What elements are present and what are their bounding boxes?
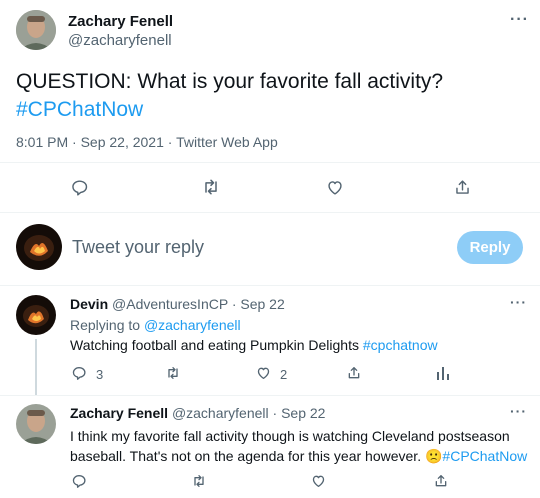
like-count: 2 (280, 367, 288, 382)
share-icon[interactable] (432, 472, 450, 490)
frowning-face-icon: 🙁 (424, 448, 443, 464)
reply-author-handle[interactable]: @zacharyfenell (172, 405, 269, 421)
reply-input[interactable]: Tweet your reply (72, 237, 442, 258)
divider (0, 285, 540, 286)
analytics-icon[interactable] (434, 364, 452, 382)
main-author-handle[interactable]: @zacharyfenell (68, 32, 172, 49)
like-icon[interactable] (254, 364, 272, 382)
reply-date[interactable]: · Sep 22 (232, 296, 285, 312)
replying-to: Replying to @zacharyfenell (70, 317, 241, 333)
reply-icon[interactable] (70, 472, 88, 490)
reply-header: Devin @AdventuresInCP · Sep 22 (70, 296, 285, 312)
main-author-avatar[interactable] (16, 10, 56, 50)
reply-text: Watching football and eating Pumpkin Del… (70, 337, 438, 353)
current-user-avatar[interactable] (16, 224, 62, 270)
retweet-icon[interactable] (163, 364, 183, 382)
main-tweet-meta[interactable]: 8:01 PM · Sep 22, 2021 · Twitter Web App (16, 134, 278, 150)
reply-date[interactable]: · Sep 22 (273, 405, 326, 421)
reply-author-name[interactable]: Devin (70, 296, 108, 312)
replying-to-handle[interactable]: @zacharyfenell (144, 317, 241, 333)
main-tweet-hashtag[interactable]: #CPChatNow (16, 96, 526, 124)
reply-text-line: I think my favorite fall activity though… (70, 428, 510, 444)
divider (0, 395, 540, 396)
main-tweet-text: QUESTION: What is your favorite fall act… (16, 68, 526, 124)
reply-author-avatar[interactable] (16, 404, 56, 444)
share-icon[interactable] (345, 364, 363, 382)
like-icon[interactable] (309, 472, 327, 490)
retweet-icon[interactable] (189, 472, 209, 490)
like-icon[interactable] (324, 176, 346, 198)
reply-author-avatar[interactable] (16, 295, 56, 335)
reply-icon[interactable] (68, 176, 90, 198)
reply-text-line: baseball. That's not on the agenda for t… (70, 448, 425, 464)
reply-hashtag[interactable]: #CPChatNow (442, 448, 527, 464)
divider (0, 162, 540, 163)
retweet-icon[interactable] (199, 176, 223, 198)
reply-text-body: Watching football and eating Pumpkin Del… (70, 337, 363, 353)
more-icon[interactable]: ··· (510, 11, 529, 29)
reply-icon[interactable] (70, 364, 88, 382)
main-author-name[interactable]: Zachary Fenell (68, 13, 173, 30)
share-icon[interactable] (451, 176, 473, 198)
more-icon[interactable]: ··· (510, 294, 527, 310)
reply-header: Zachary Fenell @zacharyfenell · Sep 22 (70, 405, 325, 421)
thread-connector (35, 339, 37, 395)
reply-author-name[interactable]: Zachary Fenell (70, 405, 168, 421)
divider (0, 212, 540, 213)
reply-text: I think my favorite fall activity though… (70, 426, 527, 466)
reply-count: 3 (96, 367, 104, 382)
main-tweet-line: QUESTION: What is your favorite fall act… (16, 70, 444, 93)
reply-author-handle[interactable]: @AdventuresInCP (112, 296, 228, 312)
replying-to-prefix: Replying to (70, 317, 144, 333)
more-icon[interactable]: ··· (510, 403, 527, 419)
reply-button[interactable]: Reply (457, 231, 523, 264)
reply-hashtag[interactable]: #cpchatnow (363, 337, 438, 353)
